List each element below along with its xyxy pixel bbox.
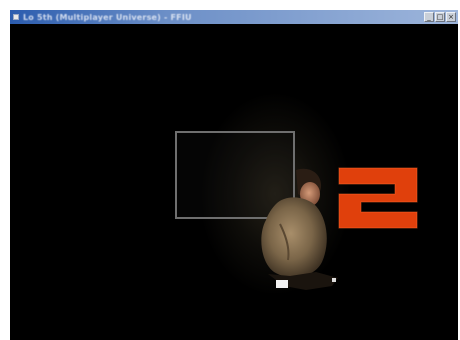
- game-viewport[interactable]: 2: [10, 24, 458, 340]
- level-number-digit: 2: [338, 167, 418, 229]
- close-button[interactable]: ×: [446, 12, 456, 22]
- app-icon[interactable]: [13, 14, 19, 20]
- level-number-text: 2: [378, 205, 379, 207]
- character-coat: [261, 197, 327, 278]
- digit-two-shape: [339, 168, 417, 228]
- maximize-button[interactable]: □: [435, 12, 445, 22]
- game-window: Lo 5th (Multiplayer Universe) - FFIU _ □…: [10, 10, 458, 340]
- window-controls: _ □ ×: [424, 12, 456, 22]
- title-bar[interactable]: Lo 5th (Multiplayer Universe) - FFIU _ □…: [10, 10, 458, 24]
- minimize-button[interactable]: _: [424, 12, 434, 22]
- highlight-speck: [332, 278, 336, 282]
- character-figure: [261, 168, 338, 290]
- character-glove: [276, 280, 288, 288]
- window-title: Lo 5th (Multiplayer Universe) - FFIU: [23, 12, 192, 22]
